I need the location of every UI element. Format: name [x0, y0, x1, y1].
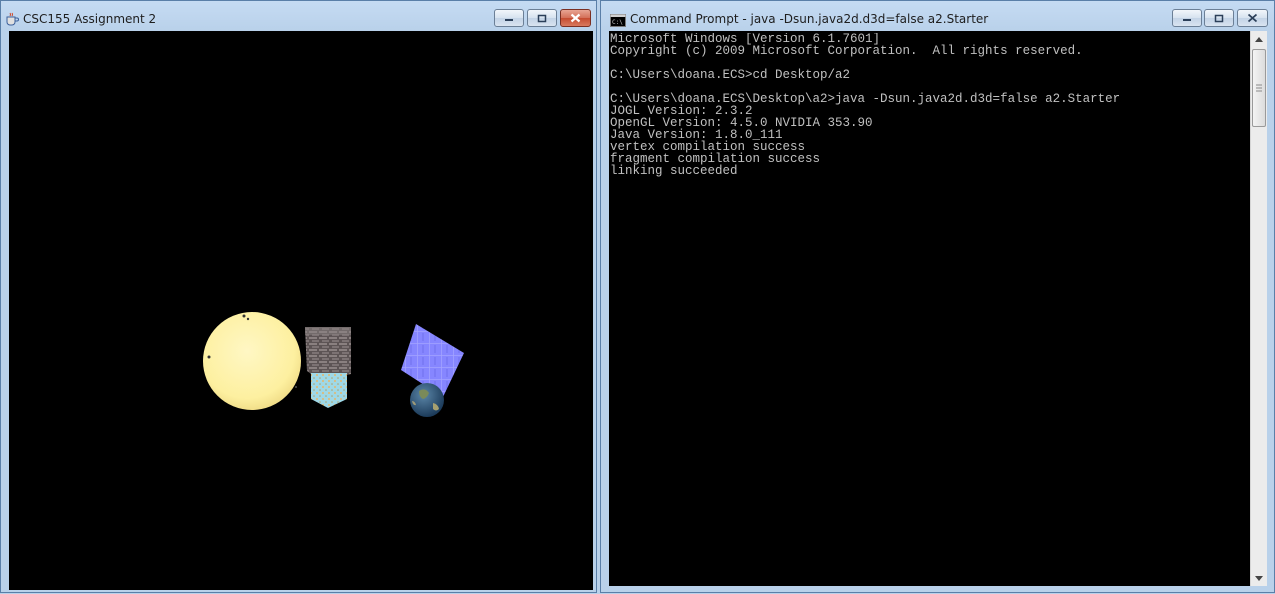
- console-area[interactable]: Microsoft Windows [Version 6.1.7601] Copy…: [609, 31, 1267, 586]
- console-output: Microsoft Windows [Version 6.1.7601] Copy…: [610, 33, 1250, 583]
- scroll-up-button[interactable]: [1251, 31, 1267, 47]
- minimize-button[interactable]: [494, 9, 524, 27]
- console-line: C:\Users\doana.ECS>cd Desktop/a2: [610, 68, 851, 82]
- maximize-icon: [1214, 14, 1224, 22]
- console-line: linking succeeded: [610, 164, 738, 178]
- java-title-bar[interactable]: CSC155 Assignment 2: [1, 1, 596, 31]
- cmd-icon: C:\: [610, 12, 626, 27]
- maximize-button[interactable]: [527, 9, 557, 27]
- console-line: Copyright (c) 2009 Microsoft Corporation…: [610, 44, 1083, 58]
- close-button[interactable]: [560, 9, 591, 27]
- scroll-down-button[interactable]: [1251, 570, 1267, 586]
- cmd-window-title: Command Prompt - java -Dsun.java2d.d3d=f…: [630, 12, 989, 26]
- scene-render: [203, 312, 464, 417]
- java-app-window[interactable]: CSC155 Assignment 2: [0, 0, 597, 593]
- brick-cube: [305, 327, 351, 381]
- cmd-close-button[interactable]: [1237, 9, 1268, 27]
- arrow-down-icon: [1255, 575, 1263, 581]
- minimize-icon: [1183, 19, 1191, 21]
- cmd-maximize-button[interactable]: [1204, 9, 1234, 27]
- command-prompt-window[interactable]: C:\ Command Prompt - java -Dsun.java2d.d…: [600, 0, 1275, 593]
- svg-text:C:\: C:\: [612, 19, 623, 26]
- cmd-minimize-button[interactable]: [1172, 9, 1202, 27]
- arrow-up-icon: [1255, 36, 1263, 42]
- close-icon: [1247, 13, 1258, 23]
- grip-icon: [1256, 84, 1262, 92]
- java-window-title: CSC155 Assignment 2: [23, 12, 157, 26]
- vertical-scrollbar[interactable]: [1250, 31, 1267, 586]
- minimize-icon: [505, 19, 513, 21]
- close-icon: [570, 13, 581, 23]
- textured-pyramid: [311, 373, 347, 408]
- opengl-canvas[interactable]: [9, 31, 593, 590]
- java-coffee-icon: [4, 11, 20, 26]
- sun-sphere: [203, 312, 301, 410]
- earth-sphere: [410, 383, 444, 417]
- cmd-title-bar[interactable]: C:\ Command Prompt - java -Dsun.java2d.d…: [601, 1, 1274, 31]
- maximize-icon: [537, 14, 547, 22]
- scrollbar-thumb[interactable]: [1252, 49, 1266, 127]
